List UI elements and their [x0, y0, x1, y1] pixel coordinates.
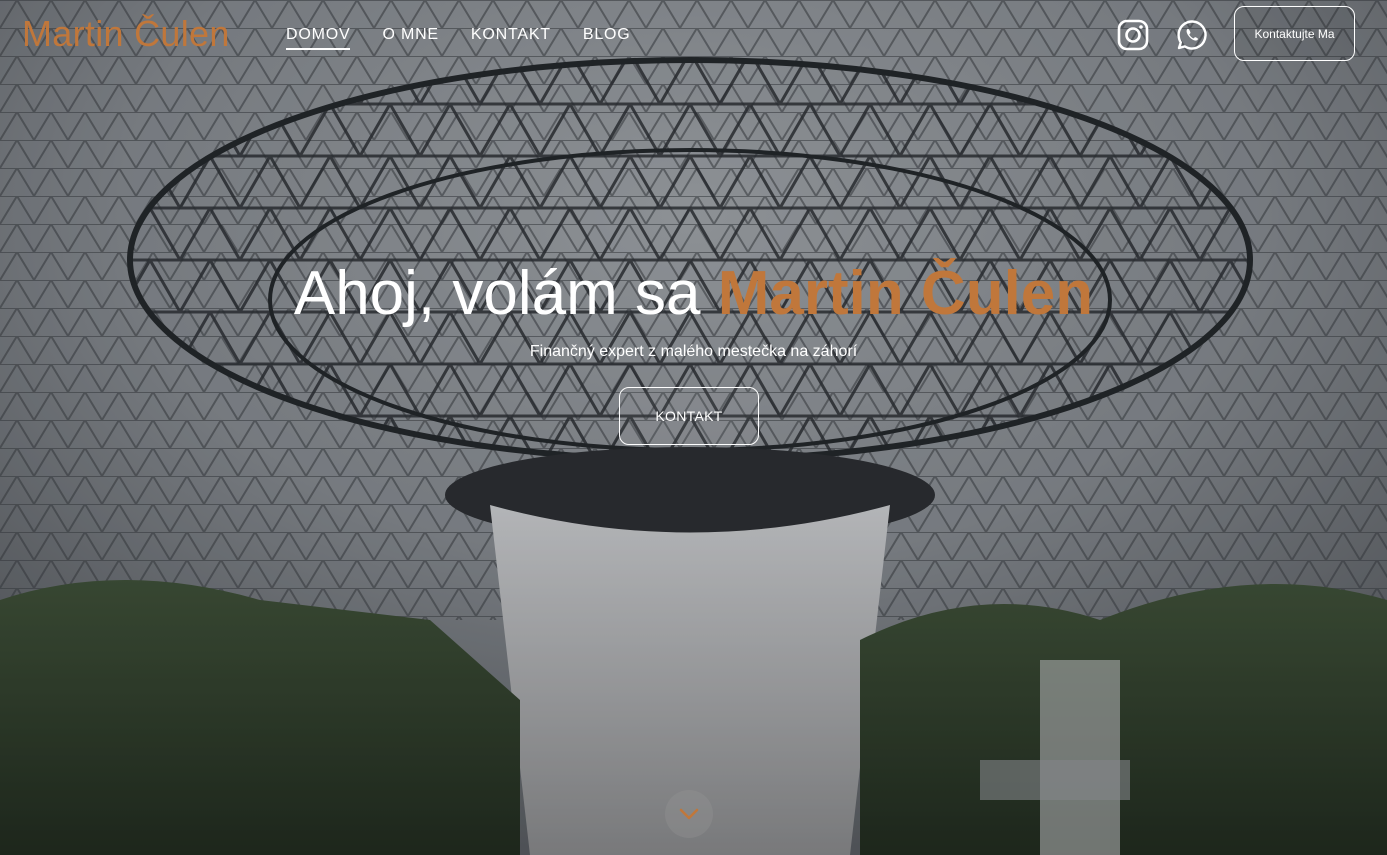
nav-item-o-mne[interactable]: O MNE — [382, 24, 438, 50]
hero-title-name: Martin Čulen — [717, 259, 1094, 328]
chevron-down-icon — [679, 808, 699, 820]
brand-logo[interactable]: Martin Čulen — [22, 12, 230, 56]
hero-section: Martin Čulen DOMOV O MNE KONTAKT BLOG Ko… — [0, 0, 1387, 855]
main-nav: DOMOV O MNE KONTAKT BLOG — [286, 24, 663, 50]
instagram-icon[interactable] — [1116, 18, 1150, 52]
nav-item-blog[interactable]: BLOG — [583, 24, 631, 50]
hero-subtitle: Finančný expert z malého mestečka na záh… — [529, 343, 858, 360]
scroll-down-button[interactable] — [665, 790, 713, 838]
nav-item-domov[interactable]: DOMOV — [286, 24, 351, 50]
contact-me-button[interactable]: Kontaktujte Ma — [1234, 6, 1355, 61]
site-header: Martin Čulen DOMOV O MNE KONTAKT BLOG Ko… — [0, 0, 1387, 70]
whatsapp-icon[interactable] — [1175, 18, 1209, 52]
hero-title-prefix: Ahoj, volám sa — [293, 259, 718, 328]
hero-title: Ahoj, volám sa Martin Čulen — [0, 258, 1387, 330]
kontakt-cta-button[interactable]: KONTAKT — [619, 387, 759, 445]
nav-item-kontakt[interactable]: KONTAKT — [471, 24, 551, 50]
